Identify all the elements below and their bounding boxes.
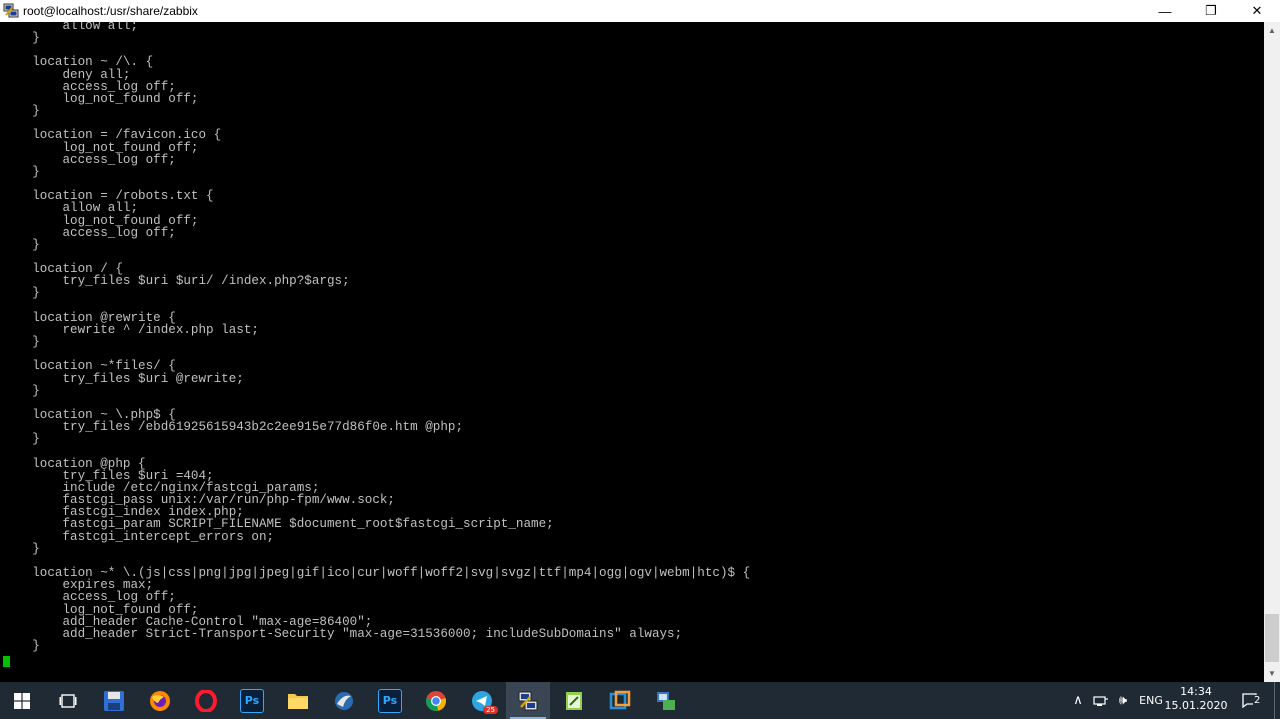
terminal-area[interactable]: allow all; } location ~ /\. { deny all; … [0, 22, 1264, 682]
terminal-text: allow all; } location ~ /\. { deny all; … [32, 22, 751, 653]
network-tray-button[interactable] [1090, 682, 1112, 719]
minimize-button[interactable]: — [1142, 0, 1188, 22]
task-view-icon [59, 693, 77, 708]
clock-date: 15.01.2020 [1164, 699, 1228, 712]
telegram-unread-badge: 25 [483, 706, 498, 714]
task-view-button[interactable] [46, 682, 90, 719]
action-center-button[interactable]: 2 [1236, 682, 1266, 719]
arrow-down-icon: ▼ [1268, 669, 1276, 678]
putty-icon[interactable] [3, 3, 19, 19]
photoshop-icon: Ps [240, 688, 264, 713]
taskbar-app-file-explorer[interactable] [276, 682, 320, 719]
chevron-up-icon: ∧ [1073, 693, 1083, 708]
notepad-icon [566, 691, 582, 710]
show-desktop-button[interactable] [1274, 682, 1280, 719]
windows-icon [14, 692, 30, 709]
scroll-up-button[interactable]: ▲ [1264, 22, 1280, 39]
firefox-icon [150, 690, 170, 711]
system-clock[interactable]: 14:34 15.01.2020 [1164, 684, 1228, 717]
taskbar-app-photoshop[interactable]: Ps [230, 682, 274, 719]
virtual-machine-icon [609, 690, 631, 709]
taskbar-app-firefox[interactable] [138, 682, 182, 719]
taskbar-app-notepad[interactable] [552, 682, 596, 719]
volume-tray-button[interactable]: 🕪 [1112, 682, 1134, 719]
network-icon [1093, 695, 1108, 706]
minimize-icon: — [1158, 3, 1172, 19]
show-hidden-icons-button[interactable]: ∧ [1068, 682, 1088, 719]
window-title: root@localhost:/usr/share/zabbix [23, 4, 198, 18]
taskbar-app-virtualbox[interactable] [598, 682, 642, 719]
chrome-icon [426, 690, 446, 711]
volume-icon: 🕪 [1118, 693, 1128, 708]
language-indicator[interactable]: ENG [1136, 682, 1166, 719]
start-button[interactable] [0, 682, 44, 719]
bird-app-icon [335, 691, 353, 710]
taskbar-app-putty-active[interactable] [506, 682, 550, 719]
folder-icon [288, 693, 308, 709]
terminal-cursor [3, 656, 10, 667]
floppy-disk-icon [104, 690, 124, 711]
taskbar-app-save[interactable] [92, 682, 136, 719]
taskbar-app-photoshop-2[interactable]: Ps [368, 682, 412, 719]
opera-icon [195, 689, 217, 712]
restore-icon: ❐ [1205, 3, 1217, 18]
arrow-up-icon: ▲ [1268, 26, 1276, 35]
clock-time: 14:34 [1180, 685, 1212, 698]
taskbar-app-telegram[interactable]: 25 [460, 682, 504, 719]
close-icon: ✕ [1251, 3, 1263, 18]
window-title-bar[interactable]: root@localhost:/usr/share/zabbix — ❐ ✕ [0, 0, 1280, 22]
taskbar-app-network-tool[interactable] [644, 682, 688, 719]
scroll-down-button[interactable]: ▼ [1264, 665, 1280, 682]
vertical-scrollbar[interactable]: ▲ ▼ [1264, 22, 1280, 682]
language-label: ENG [1139, 694, 1163, 707]
network-app-icon [657, 691, 675, 710]
taskbar-app-chrome[interactable] [414, 682, 458, 719]
taskbar-app-tool[interactable] [322, 682, 366, 719]
putty-icon [518, 691, 538, 710]
close-button[interactable]: ✕ [1234, 0, 1280, 22]
taskbar-app-opera[interactable] [184, 682, 228, 719]
photoshop-icon: Ps [378, 688, 402, 713]
notification-count: 2 [1253, 695, 1262, 706]
scroll-thumb[interactable] [1265, 614, 1279, 662]
maximize-button[interactable]: ❐ [1188, 0, 1234, 22]
